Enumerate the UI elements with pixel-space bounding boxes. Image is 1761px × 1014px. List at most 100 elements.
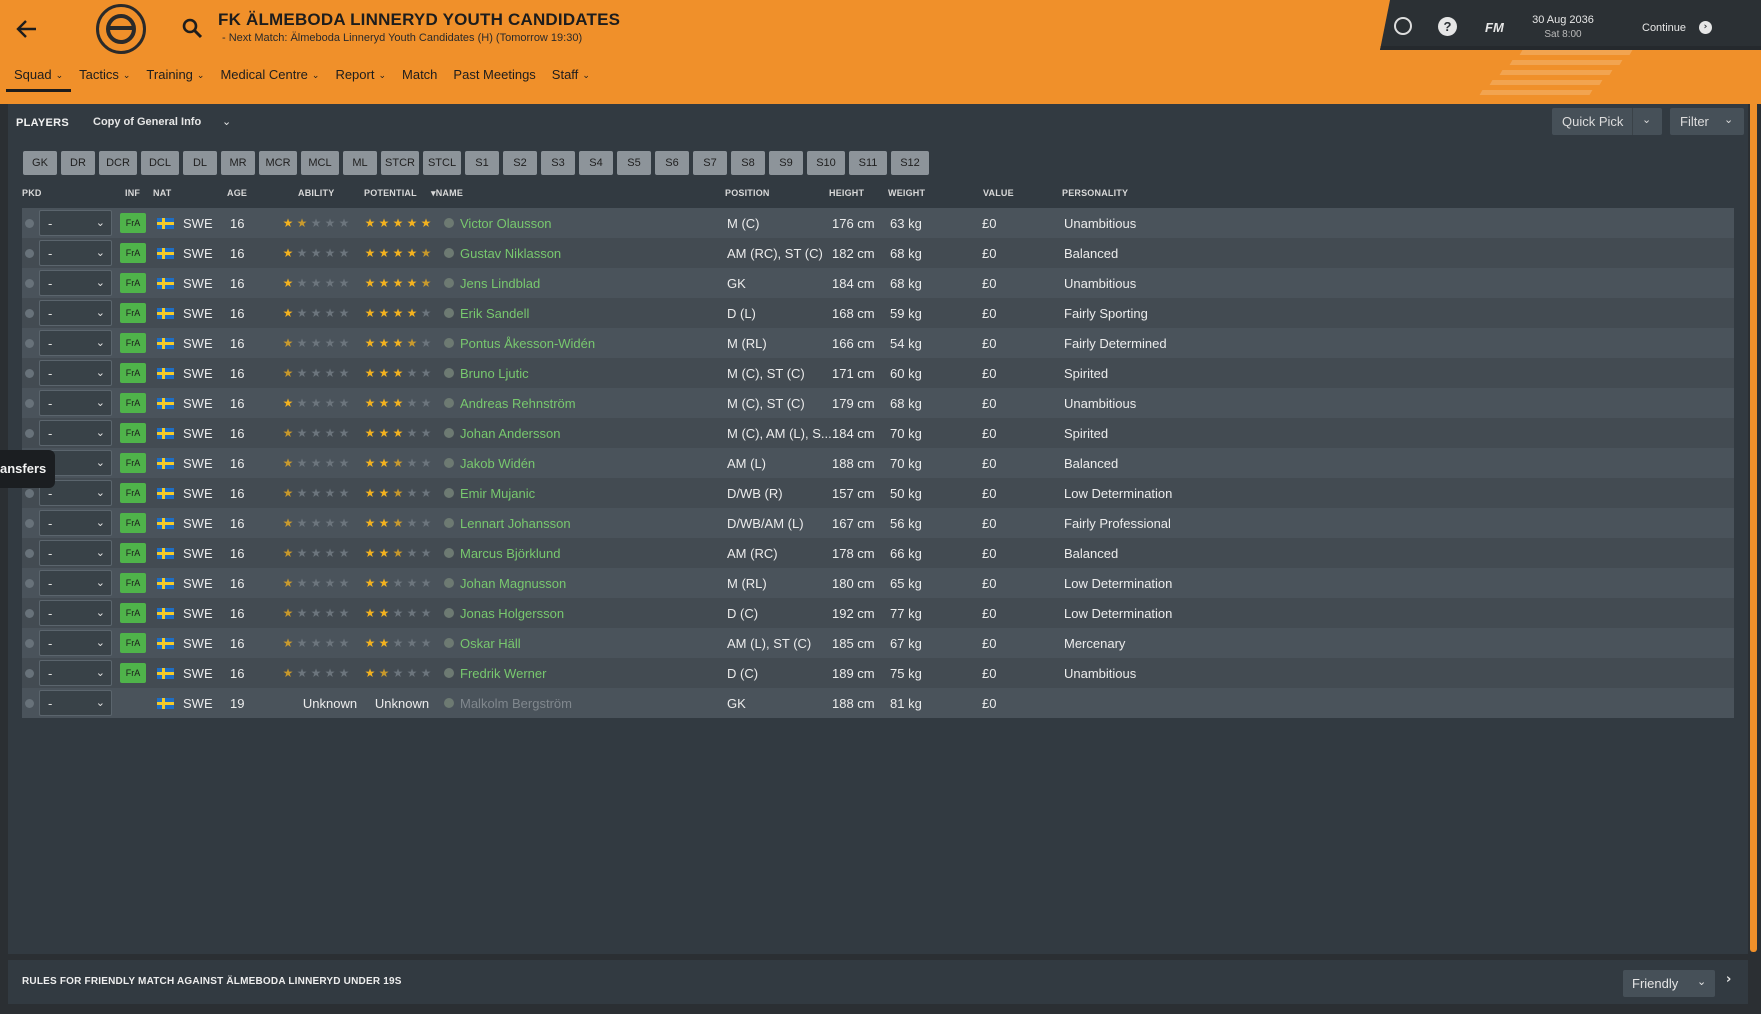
- info-icon[interactable]: [444, 398, 454, 408]
- position-filter-ml[interactable]: ML: [343, 151, 377, 175]
- col-value[interactable]: VALUE: [983, 188, 1014, 198]
- info-icon[interactable]: [444, 278, 454, 288]
- nav-staff[interactable]: Staff ⌄: [544, 64, 598, 92]
- position-filter-s10[interactable]: S10: [807, 151, 845, 175]
- row-select-dot[interactable]: [25, 598, 37, 628]
- back-arrow-icon[interactable]: [14, 16, 40, 42]
- table-row[interactable]: - ⌄ FrA SWE 16 ★ ★ ★ ★ ★ ★ ★ ★ ★ ★ Victor Olausson M (C)…: [22, 208, 1734, 238]
- col-pkd[interactable]: PKD: [22, 188, 42, 198]
- inf-badge[interactable]: FrA: [120, 213, 146, 233]
- nationality[interactable]: SWE: [183, 328, 213, 358]
- col-nat[interactable]: NAT: [153, 188, 171, 198]
- inf-badge[interactable]: FrA: [120, 603, 146, 623]
- nationality[interactable]: SWE: [183, 658, 213, 688]
- info-icon[interactable]: [444, 668, 454, 678]
- world-icon[interactable]: [1394, 17, 1412, 35]
- nationality[interactable]: SWE: [183, 508, 213, 538]
- table-row[interactable]: - ⌄ FrA SWE 16 ★ ★ ★ ★ ★ ★ ★ ★ ★ ★ Jens Lindblad GK 184 c…: [22, 268, 1734, 298]
- info-icon[interactable]: [444, 608, 454, 618]
- col-weight[interactable]: WEIGHT: [888, 188, 925, 198]
- player-name-link[interactable]: Victor Olausson: [460, 208, 552, 238]
- position-filter-s7[interactable]: S7: [693, 151, 727, 175]
- continue-button[interactable]: Continue: [1642, 22, 1686, 34]
- pkd-dropdown[interactable]: -⌄: [39, 570, 112, 596]
- quick-pick-button[interactable]: Quick Pick ⌄: [1552, 108, 1662, 135]
- nav-training[interactable]: Training ⌄: [138, 64, 212, 92]
- table-row[interactable]: -⌄FrASWE16★★★★★★★★★★Jakob WidénAM (L)188…: [22, 448, 1734, 478]
- pkd-dropdown[interactable]: -⌄: [39, 270, 112, 296]
- pkd-dropdown[interactable]: -⌄: [39, 360, 112, 386]
- table-row[interactable]: - ⌄ FrA SWE 16 ★ ★ ★ ★ ★ ★ ★ ★ ★ ★ Johan Magnusson M (RL…: [22, 568, 1734, 598]
- row-select-dot[interactable]: [25, 508, 37, 538]
- table-row[interactable]: - ⌄ FrA SWE 16 ★ ★ ★ ★ ★ ★ ★ ★ ★ ★ Pontus Åkesson-Widén…: [22, 328, 1734, 358]
- nationality[interactable]: SWE: [183, 478, 213, 508]
- inf-badge[interactable]: FrA: [120, 393, 146, 413]
- pkd-dropdown[interactable]: -⌄: [39, 660, 112, 686]
- pkd-dropdown[interactable]: -⌄: [39, 300, 112, 326]
- info-icon[interactable]: [444, 218, 454, 228]
- table-row[interactable]: - ⌄ FrA SWE 16 ★ ★ ★ ★ ★ ★ ★ ★ ★ ★ Erik Sandell D (L) 168…: [22, 298, 1734, 328]
- row-select-dot[interactable]: [25, 328, 37, 358]
- table-row[interactable]: - ⌄ FrA SWE 16 ★ ★ ★ ★ ★ ★ ★ ★ ★ ★ Johan Andersson M (C)…: [22, 418, 1734, 448]
- info-icon[interactable]: [444, 248, 454, 258]
- row-select-dot[interactable]: [25, 298, 37, 328]
- col-ability[interactable]: ABILITY: [298, 188, 334, 198]
- pkd-dropdown[interactable]: -⌄: [39, 240, 112, 266]
- pkd-dropdown[interactable]: -⌄: [39, 510, 112, 536]
- info-icon[interactable]: [444, 458, 454, 468]
- row-select-dot[interactable]: [25, 388, 37, 418]
- pkd-dropdown[interactable]: -⌄: [39, 540, 112, 566]
- position-filter-dcl[interactable]: DCL: [141, 151, 179, 175]
- inf-badge[interactable]: FrA: [120, 483, 146, 503]
- col-potential[interactable]: POTENTIAL: [364, 188, 417, 198]
- inf-badge[interactable]: FrA: [120, 423, 146, 443]
- view-selector[interactable]: Copy of General Info: [93, 116, 201, 128]
- info-icon[interactable]: [444, 518, 454, 528]
- club-badge-icon[interactable]: [96, 4, 146, 54]
- position-filter-s8[interactable]: S8: [731, 151, 765, 175]
- col-name[interactable]: ▾NAME: [431, 188, 463, 199]
- chevron-down-icon[interactable]: ⌄: [1642, 113, 1651, 126]
- info-icon[interactable]: [444, 308, 454, 318]
- info-icon[interactable]: [444, 368, 454, 378]
- pkd-dropdown[interactable]: -⌄: [39, 390, 112, 416]
- inf-badge[interactable]: FrA: [120, 633, 146, 653]
- player-name-link[interactable]: Andreas Rehnström: [460, 388, 576, 418]
- player-name-link[interactable]: Fredrik Werner: [460, 658, 546, 688]
- player-name-link[interactable]: Johan Magnusson: [460, 568, 566, 598]
- player-name-link[interactable]: Pontus Åkesson-Widén: [460, 328, 595, 358]
- info-icon[interactable]: [444, 488, 454, 498]
- table-row[interactable]: - ⌄ FrA SWE 16 ★ ★ ★ ★ ★ ★ ★ ★ ★ ★ Fredrik Werner D (C) 1…: [22, 658, 1734, 688]
- position-filter-dl[interactable]: DL: [183, 151, 217, 175]
- info-icon[interactable]: [444, 698, 454, 708]
- player-name-link[interactable]: Malkolm Bergström: [460, 688, 572, 718]
- player-name-link[interactable]: Jens Lindblad: [460, 268, 540, 298]
- pkd-dropdown[interactable]: -⌄: [39, 420, 112, 446]
- filter-button[interactable]: Filter ⌄: [1670, 108, 1744, 135]
- pkd-dropdown[interactable]: -⌄: [39, 330, 112, 356]
- position-filter-dcr[interactable]: DCR: [99, 151, 137, 175]
- position-filter-mcr[interactable]: MCR: [259, 151, 297, 175]
- search-icon[interactable]: [181, 17, 205, 41]
- inf-badge[interactable]: FrA: [120, 543, 146, 563]
- position-filter-dr[interactable]: DR: [61, 151, 95, 175]
- row-select-dot[interactable]: [25, 628, 37, 658]
- pkd-dropdown[interactable]: -⌄: [39, 210, 112, 236]
- chevron-right-icon[interactable]: ›: [1726, 972, 1731, 987]
- player-name-link[interactable]: Oskar Häll: [460, 628, 521, 658]
- position-filter-mr[interactable]: MR: [221, 151, 255, 175]
- pkd-dropdown[interactable]: -⌄: [39, 600, 112, 626]
- nationality[interactable]: SWE: [183, 628, 213, 658]
- table-row[interactable]: - ⌄ FrA SWE 16 ★ ★ ★ ★ ★ ★ ★ ★ ★ ★ Emir Mujanic D/WB (R)…: [22, 478, 1734, 508]
- nationality[interactable]: SWE: [183, 598, 213, 628]
- table-row[interactable]: - ⌄ FrA SWE 16 ★ ★ ★ ★ ★ ★ ★ ★ ★ ★ Oskar Häll AM (L), ST…: [22, 628, 1734, 658]
- info-icon[interactable]: [444, 428, 454, 438]
- side-tab-transfers[interactable]: ansfers: [0, 450, 55, 488]
- position-filter-s9[interactable]: S9: [769, 151, 803, 175]
- inf-badge[interactable]: FrA: [120, 243, 146, 263]
- player-name-link[interactable]: Johan Andersson: [460, 418, 560, 448]
- position-filter-s6[interactable]: S6: [655, 151, 689, 175]
- position-filter-s2[interactable]: S2: [503, 151, 537, 175]
- position-filter-s11[interactable]: S11: [849, 151, 887, 175]
- chevron-down-icon[interactable]: ⌄: [222, 115, 231, 128]
